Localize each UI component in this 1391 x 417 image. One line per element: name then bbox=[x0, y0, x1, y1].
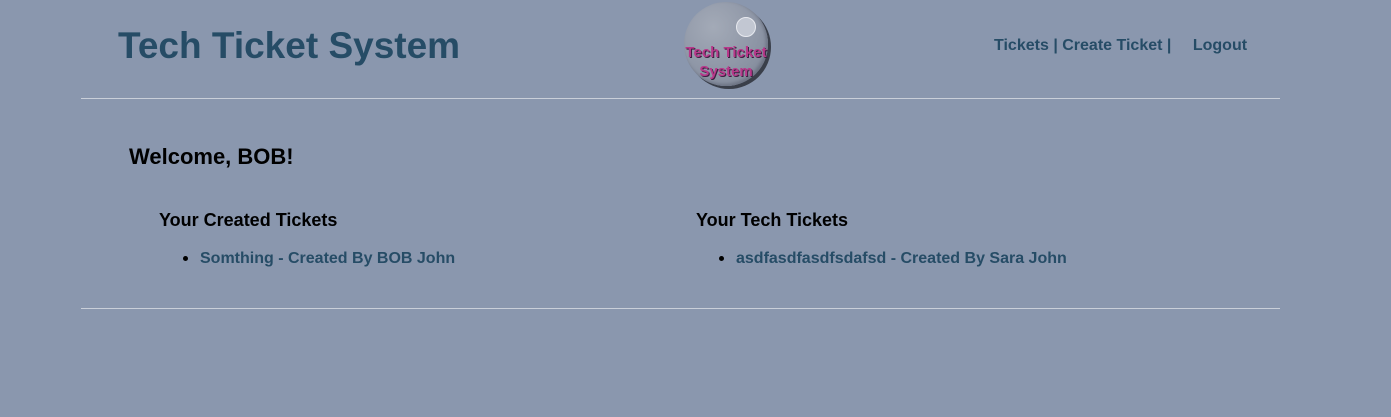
list-item: Somthing - Created By BOB John bbox=[183, 249, 455, 268]
nav-separator: | bbox=[1053, 37, 1058, 54]
created-tickets-section: Your Created Tickets Somthing - Created … bbox=[159, 210, 455, 268]
created-tickets-list: Somthing - Created By BOB John bbox=[159, 249, 455, 268]
welcome-heading: Welcome, BOB! bbox=[129, 144, 294, 169]
created-ticket-link[interactable]: Somthing - Created By BOB John bbox=[200, 250, 455, 267]
tech-tickets-list: asdfasdfasdfsdafsd - Created By Sara Joh… bbox=[696, 249, 1067, 268]
list-item: asdfasdfasdfsdafsd - Created By Sara Joh… bbox=[719, 249, 1067, 268]
top-nav: Tickets | Create Ticket | Logout bbox=[994, 36, 1247, 55]
site-title: Tech Ticket System bbox=[118, 25, 461, 66]
footer-divider bbox=[81, 308, 1280, 309]
logo-shine-icon bbox=[736, 17, 756, 37]
bullet-icon bbox=[183, 256, 188, 261]
logo-text-line2: System bbox=[699, 63, 753, 80]
nav-separator: | bbox=[1166, 37, 1172, 54]
header-divider bbox=[81, 98, 1280, 99]
tech-tickets-section: Your Tech Tickets asdfasdfasdfsdafsd - C… bbox=[696, 210, 1067, 268]
tech-tickets-heading: Your Tech Tickets bbox=[696, 210, 849, 230]
bullet-icon bbox=[719, 256, 724, 261]
site-logo: Tech Ticket System bbox=[684, 2, 768, 86]
nav-link-logout[interactable]: Logout bbox=[1193, 37, 1247, 54]
created-tickets-heading: Your Created Tickets bbox=[159, 210, 338, 230]
tech-ticket-link[interactable]: asdfasdfasdfsdafsd - Created By Sara Joh… bbox=[736, 250, 1067, 267]
nav-link-create-ticket[interactable]: Create Ticket bbox=[1062, 37, 1162, 54]
logo-text-line1: Tech Ticket bbox=[685, 44, 767, 61]
nav-link-tickets[interactable]: Tickets bbox=[994, 37, 1049, 54]
logo-text: Tech Ticket System bbox=[676, 43, 776, 81]
